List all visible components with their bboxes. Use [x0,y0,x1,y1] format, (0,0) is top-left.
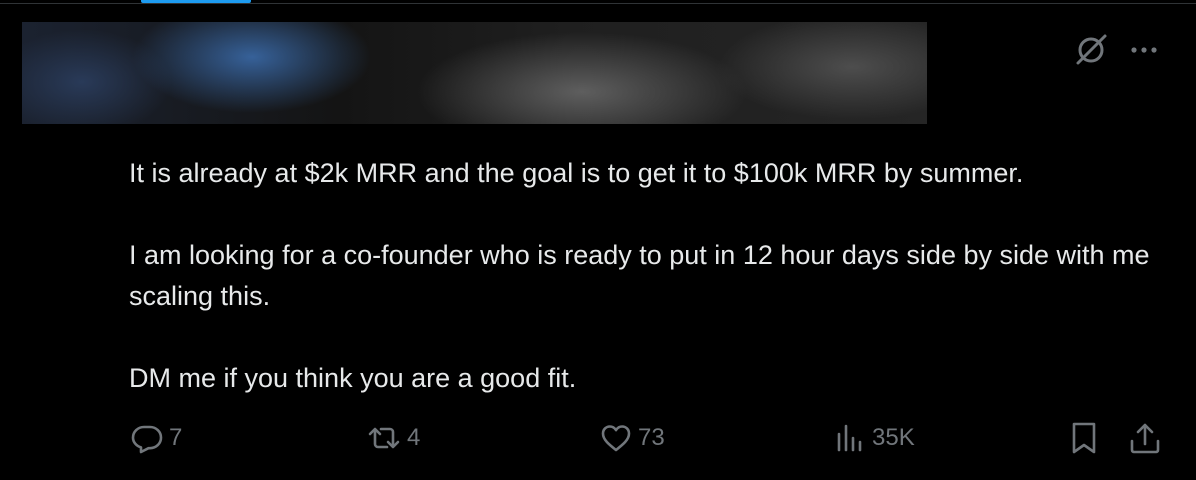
reply-button[interactable]: 7 [131,420,182,456]
more-options-icon[interactable] [1129,40,1163,60]
reply-count: 7 [169,424,183,451]
post-paragraph: DM me if you think you are a good fit. [129,363,577,393]
active-tab-indicator [141,0,251,3]
views-count: 35K [872,424,915,451]
share-icon [1128,421,1162,455]
like-button[interactable]: 73 [600,420,665,456]
post-paragraph: It is already at $2k MRR and the goal is… [129,158,1024,188]
views-button[interactable]: 35K [834,420,915,456]
bookmark-button[interactable] [1068,420,1100,456]
heart-icon [600,422,632,454]
repost-count: 4 [407,424,421,451]
blurred-author-header [22,22,927,124]
repost-button[interactable]: 4 [367,420,420,456]
grok-icon[interactable] [1072,31,1110,69]
views-icon [834,422,866,454]
reply-icon [131,422,163,454]
like-count: 73 [638,424,665,451]
post-paragraph: I am looking for a co-founder who is rea… [129,240,1150,311]
repost-icon [367,422,401,454]
bookmark-icon [1068,421,1100,455]
post-text: It is already at $2k MRR and the goal is… [129,153,1169,399]
top-divider [0,3,1196,4]
share-button[interactable] [1128,420,1162,456]
